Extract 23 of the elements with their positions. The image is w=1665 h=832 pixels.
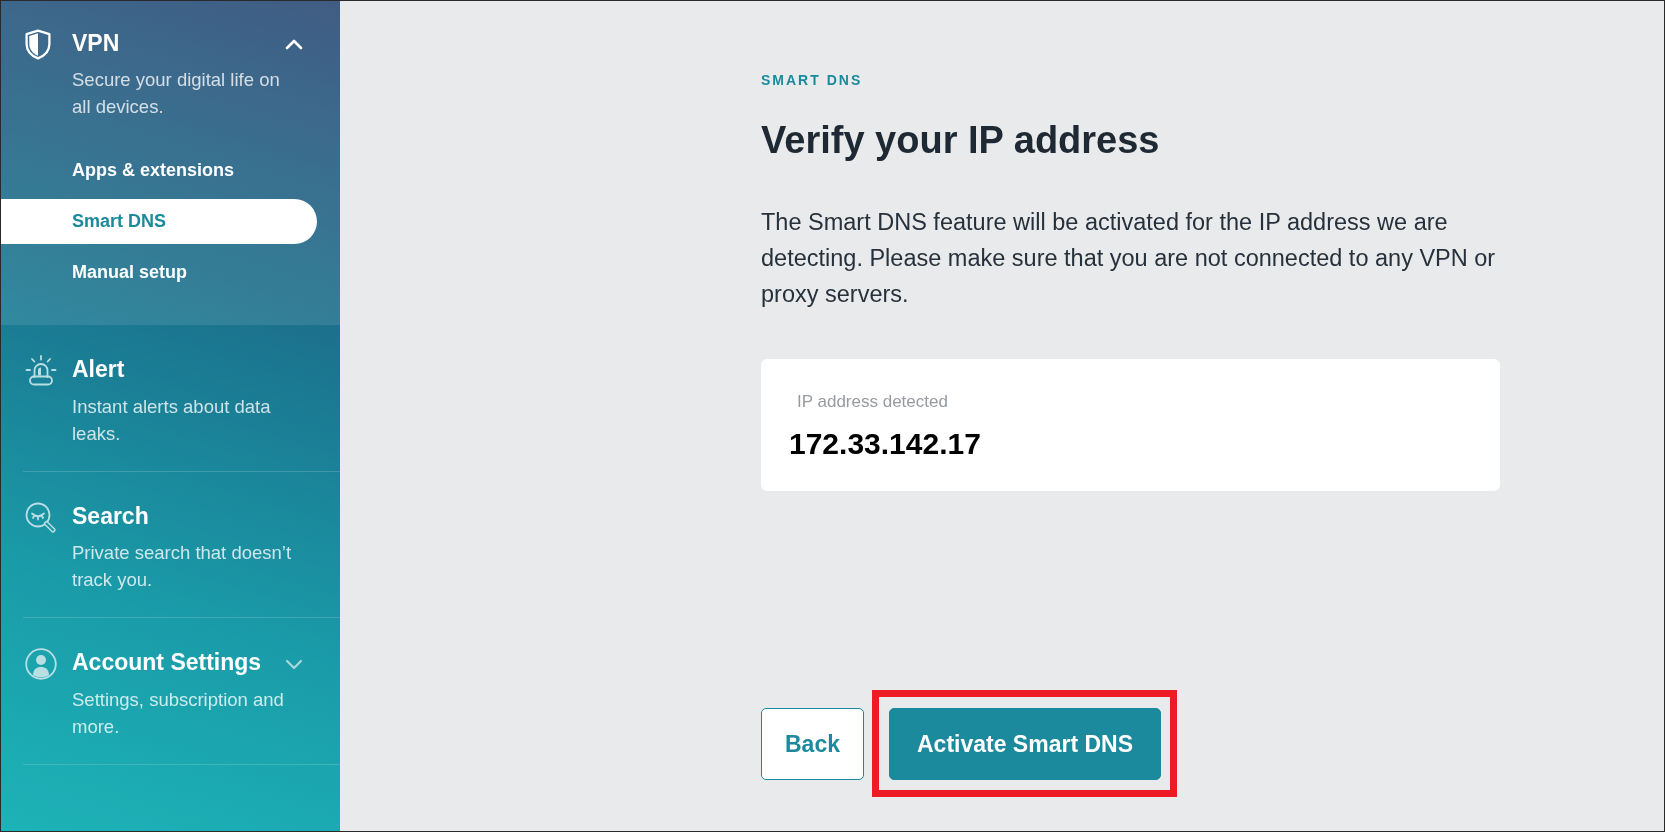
nav-link[interactable]: VPN — [72, 29, 120, 60]
nav-description: Settings, subscription and more. — [72, 688, 285, 739]
ip-address-value: 172.33.142.17 — [789, 426, 981, 462]
search-icon — [25, 502, 57, 533]
nav-link[interactable]: Account Settings — [72, 648, 262, 680]
activate-button[interactable]: Activate Smart DNS — [889, 708, 1161, 780]
person-icon — [25, 648, 57, 680]
shield-icon — [25, 29, 51, 60]
nav-subitem[interactable]: Smart DNS — [1, 199, 317, 244]
nav-subitem[interactable]: Apps & extensions — [1, 148, 317, 193]
back-button[interactable]: Back — [761, 708, 864, 780]
chevron-up-icon[interactable] — [285, 39, 303, 50]
page-title: Verify your IP address — [761, 118, 1160, 163]
ip-address-label: IP address detected — [797, 391, 948, 413]
section-label: SMART DNS — [761, 71, 863, 89]
nav-description: Secure your digital life on all devices. — [72, 68, 281, 119]
nav-link[interactable]: Search — [72, 502, 149, 533]
nav-description: Instant alerts about data leaks. — [72, 395, 272, 446]
nav-description: Private search that doesn’t track you. — [72, 541, 293, 592]
siren-icon — [25, 355, 57, 387]
nav-link[interactable]: Alert — [72, 355, 125, 387]
nav-subitem[interactable]: Manual setup — [1, 250, 317, 295]
description-text: The Smart DNS feature will be activated for the IP address we are detecting. Please make sure that you are not connected to any VPN or proxy servers. — [761, 208, 1497, 309]
